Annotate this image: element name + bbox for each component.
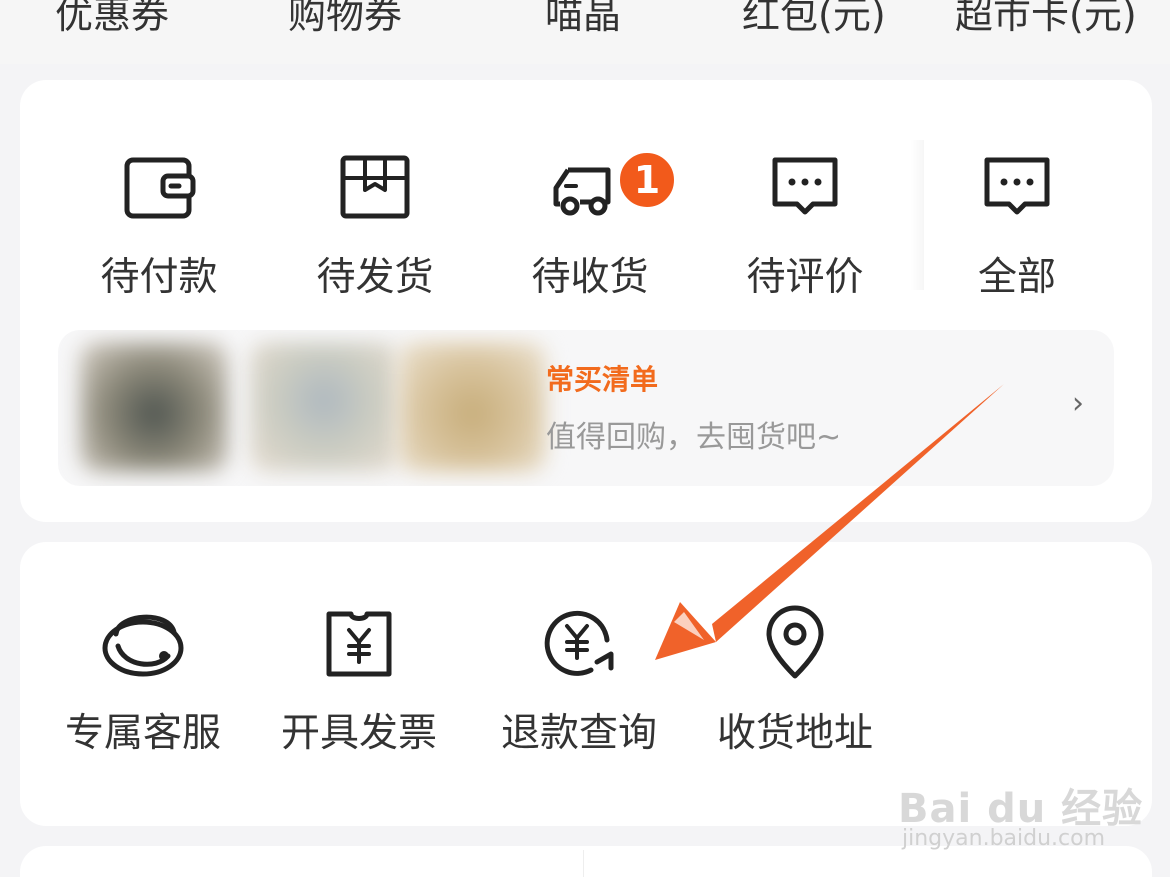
asset-coupons[interactable]: 优惠券 xyxy=(55,0,169,39)
order-label: 待发货 xyxy=(316,255,434,300)
frequent-list-banner[interactable]: 常买清单 值得回购，去囤货吧~ › xyxy=(58,330,1114,486)
order-to-ship[interactable]: 待发货 xyxy=(290,150,460,310)
comment-bubble-icon xyxy=(772,157,838,215)
asset-shopping-vouchers[interactable]: 购物券 xyxy=(288,0,402,39)
product-thumbnail xyxy=(398,342,546,472)
page: 优惠券 购物券 喵晶 红包(元) 超市卡(元) 待付款 待发货 1 待收货 待评… xyxy=(0,0,1170,877)
order-to-receive[interactable]: 1 待收货 xyxy=(505,150,677,310)
order-label: 待收货 xyxy=(531,255,649,300)
service-invoice[interactable]: 开具发票 xyxy=(254,604,464,756)
order-to-review[interactable]: 待评价 xyxy=(720,150,890,310)
unread-count-badge: 1 xyxy=(617,150,677,210)
chevron-right-icon: › xyxy=(1072,386,1084,421)
customer-service-icon xyxy=(102,614,184,677)
wallet-icon xyxy=(124,157,196,219)
service-label: 开具发票 xyxy=(280,711,437,756)
order-all[interactable]: 全部 xyxy=(932,150,1102,310)
service-label: 专属客服 xyxy=(64,711,221,756)
product-thumbnail xyxy=(80,342,228,472)
order-pending-payment[interactable]: 待付款 xyxy=(74,150,244,310)
assets-strip: 优惠券 购物券 喵晶 红包(元) 超市卡(元) xyxy=(0,0,1170,64)
asset-supermarket-card[interactable]: 超市卡(元) xyxy=(955,0,1137,39)
product-thumbnail xyxy=(250,342,398,472)
service-label: 收货地址 xyxy=(716,711,873,756)
invoice-icon xyxy=(326,611,392,677)
section-divider xyxy=(583,850,584,877)
package-box-icon xyxy=(340,155,410,219)
all-orders-icon xyxy=(984,157,1050,215)
service-label: 退款查询 xyxy=(500,711,657,756)
frequent-list-subtitle: 值得回购，去囤货吧~ xyxy=(546,420,842,455)
order-label: 全部 xyxy=(977,255,1056,300)
order-label: 待付款 xyxy=(100,255,218,300)
asset-red-packets[interactable]: 红包(元) xyxy=(742,0,886,39)
service-refund-query[interactable]: 退款查询 xyxy=(474,604,684,756)
frequent-list-title: 常买清单 xyxy=(546,363,659,396)
asset-meow-crystals[interactable]: 喵晶 xyxy=(545,0,621,39)
order-label: 待评价 xyxy=(746,255,864,300)
location-pin-icon xyxy=(766,605,824,679)
refund-query-icon xyxy=(544,610,614,676)
scroll-divider xyxy=(910,140,924,290)
orders-card: 待付款 待发货 1 待收货 待评价 全部 常买清单 值得回购，去囤货吧~ › xyxy=(20,80,1152,522)
service-customer-support[interactable]: 专属客服 xyxy=(38,604,248,756)
watermark-url: jingyan.baidu.com xyxy=(902,826,1106,851)
baidu-watermark: Bai du 经验 jingyan.baidu.com xyxy=(898,760,1142,860)
service-shipping-address[interactable]: 收货地址 xyxy=(690,604,900,756)
